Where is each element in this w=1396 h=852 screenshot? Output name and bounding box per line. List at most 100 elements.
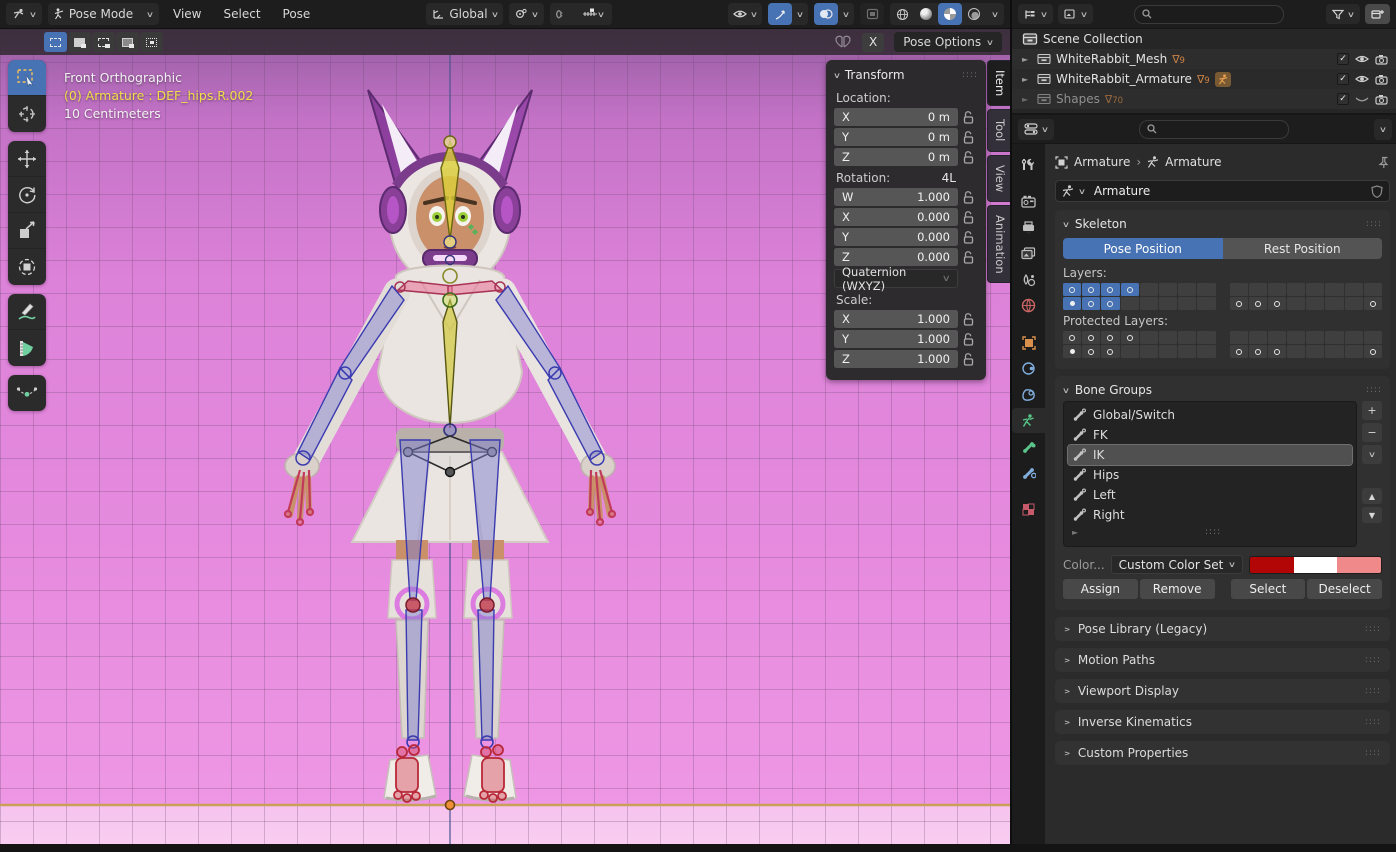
lock-icon[interactable] (958, 353, 978, 366)
layers-grid-right[interactable] (1230, 283, 1383, 310)
protected-grid-right[interactable] (1230, 331, 1383, 358)
remove-button[interactable]: Remove (1140, 579, 1215, 599)
snap-toggle[interactable] (550, 3, 574, 25)
rest-position-button[interactable]: Rest Position (1223, 238, 1383, 259)
armature-layer-cell[interactable] (1325, 331, 1343, 344)
tab-tool[interactable]: Tool (987, 109, 1010, 151)
protected-grid-left[interactable] (1063, 331, 1216, 358)
breadcrumb-data[interactable]: Armature (1165, 155, 1221, 169)
armature-layer-cell[interactable] (1345, 331, 1363, 344)
viewport-3d[interactable]: X Pose Options∨ Front Orthographic (0) A… (0, 29, 1010, 844)
panel-collapse-icon[interactable]: ∨ (833, 71, 841, 80)
panel-inverse-kinematics[interactable]: ∨Inverse Kinematics:::: (1055, 710, 1390, 734)
armature-layer-cell[interactable] (1140, 283, 1158, 296)
armature-layer-cell[interactable] (1159, 345, 1177, 358)
scale-y-field[interactable]: Y1.000 (834, 330, 958, 348)
armature-layer-cell[interactable] (1345, 297, 1363, 310)
disable-render-camera-icon[interactable] (1375, 94, 1388, 105)
select-button[interactable]: Select (1231, 579, 1306, 599)
pose-options-dropdown[interactable]: Pose Options∨ (894, 32, 1002, 52)
visibility-dropdown[interactable]: ∨ (728, 3, 763, 25)
scale-x-field[interactable]: X1.000 (834, 310, 958, 328)
editor-type-button[interactable]: ∨ (6, 3, 42, 25)
armature-layer-cell[interactable] (1063, 345, 1081, 358)
bone-group-specials-button[interactable]: ∨ (1362, 445, 1382, 464)
armature-layer-cell[interactable] (1121, 283, 1139, 296)
armature-layer-cell[interactable] (1268, 331, 1286, 344)
panel-grip[interactable]: :::: (1366, 219, 1382, 229)
gizmos-dropdown[interactable]: ∨ (789, 10, 811, 19)
armature-layer-cell[interactable] (1063, 283, 1081, 296)
rotation-x-field[interactable]: X0.000 (834, 208, 958, 226)
armature-layer-cell[interactable] (1249, 297, 1267, 310)
panel-drag-grip[interactable]: :::: (962, 70, 978, 80)
bone-group-item[interactable]: IK (1068, 445, 1352, 465)
armature-layer-cell[interactable] (1178, 283, 1196, 296)
armature-layer-cell[interactable] (1121, 297, 1139, 310)
outliner-row-mesh[interactable]: ► WhiteRabbit_Mesh ∇9 ✓ (1012, 49, 1396, 69)
color-set-dropdown[interactable]: Custom Color Set∨ (1111, 555, 1244, 574)
armature-layer-cell[interactable] (1063, 297, 1081, 310)
tab-constraints[interactable] (1012, 356, 1045, 381)
lock-icon[interactable] (958, 191, 978, 204)
tool-transform[interactable] (8, 249, 46, 285)
tab-view[interactable]: View (987, 155, 1010, 202)
pose-position-button[interactable]: Pose Position (1063, 238, 1223, 259)
snap-settings-dropdown[interactable]: ∨ (574, 3, 612, 25)
armature-layer-cell[interactable] (1287, 297, 1305, 310)
selectability-checkbox[interactable]: ✓ (1337, 53, 1349, 65)
tab-view-layer[interactable] (1012, 241, 1045, 266)
panel-motion-paths[interactable]: ∨Motion Paths:::: (1055, 648, 1390, 672)
armature-layer-cell[interactable] (1230, 283, 1248, 296)
armature-layer-cell[interactable] (1345, 345, 1363, 358)
assign-button[interactable]: Assign (1063, 579, 1138, 599)
add-bone-group-button[interactable]: + (1362, 401, 1382, 420)
tab-render[interactable] (1012, 189, 1045, 214)
select-intersect-button[interactable] (140, 32, 163, 52)
armature-layer-cell[interactable] (1159, 297, 1177, 310)
panel-grip[interactable]: :::: (1365, 717, 1381, 727)
armature-layer-cell[interactable] (1063, 331, 1081, 344)
swatch-normal[interactable] (1250, 557, 1294, 573)
armature-layer-cell[interactable] (1249, 283, 1267, 296)
select-subtract-button[interactable] (92, 32, 115, 52)
shading-wireframe-button[interactable] (890, 3, 914, 25)
armature-layer-cell[interactable] (1121, 331, 1139, 344)
lock-icon[interactable] (958, 111, 978, 124)
tab-scene[interactable] (1012, 267, 1045, 292)
hidden-eye-icon[interactable] (1355, 94, 1369, 104)
armature-layer-cell[interactable] (1178, 345, 1196, 358)
tool-select-box[interactable] (8, 60, 46, 96)
overlays-dropdown[interactable]: ∨ (835, 10, 857, 19)
tab-tool-props[interactable] (1012, 152, 1045, 177)
outliner-row-shapes[interactable]: ► Shapes ∇70 ✓ (1012, 89, 1396, 109)
breadcrumb-object[interactable]: Armature (1074, 155, 1130, 169)
select-new-button[interactable] (44, 32, 67, 52)
lock-icon[interactable] (958, 251, 978, 264)
bone-group-item[interactable]: Global/Switch (1068, 405, 1352, 425)
armature-layer-cell[interactable] (1159, 331, 1177, 344)
shading-material-button[interactable] (938, 3, 962, 25)
armature-layer-cell[interactable] (1306, 297, 1324, 310)
outliner-row-armature[interactable]: ► WhiteRabbit_Armature ∇9 ✓ (1012, 69, 1396, 89)
location-x-field[interactable]: X0 m (834, 108, 958, 126)
armature-layer-cell[interactable] (1121, 345, 1139, 358)
armature-layer-cell[interactable] (1268, 345, 1286, 358)
x-mirror-icon[interactable] (834, 35, 852, 49)
armature-layer-cell[interactable] (1325, 297, 1343, 310)
rotation-mode-badge[interactable]: 4L (942, 171, 978, 185)
rotation-mode-dropdown[interactable]: Quaternion (WXYZ)∨ (834, 269, 958, 288)
shading-dropdown[interactable]: ∨ (983, 10, 1008, 19)
mode-dropdown[interactable]: Pose Mode ∨ (48, 3, 159, 25)
select-extend-button[interactable] (68, 32, 91, 52)
armature-layer-cell[interactable] (1287, 283, 1305, 296)
outliner-row-scene[interactable]: Scene Collection (1012, 29, 1396, 49)
hide-viewport-eye-icon[interactable] (1355, 54, 1369, 64)
outliner-display-mode[interactable]: ∨ (1018, 4, 1053, 24)
armature-layer-cell[interactable] (1364, 283, 1382, 296)
tab-item[interactable]: Item (987, 60, 1010, 106)
armature-layer-cell[interactable] (1101, 297, 1119, 310)
armature-name-field[interactable]: ∨ Armature (1055, 180, 1390, 202)
rotation-y-field[interactable]: Y0.000 (834, 228, 958, 246)
armature-layer-cell[interactable] (1178, 297, 1196, 310)
